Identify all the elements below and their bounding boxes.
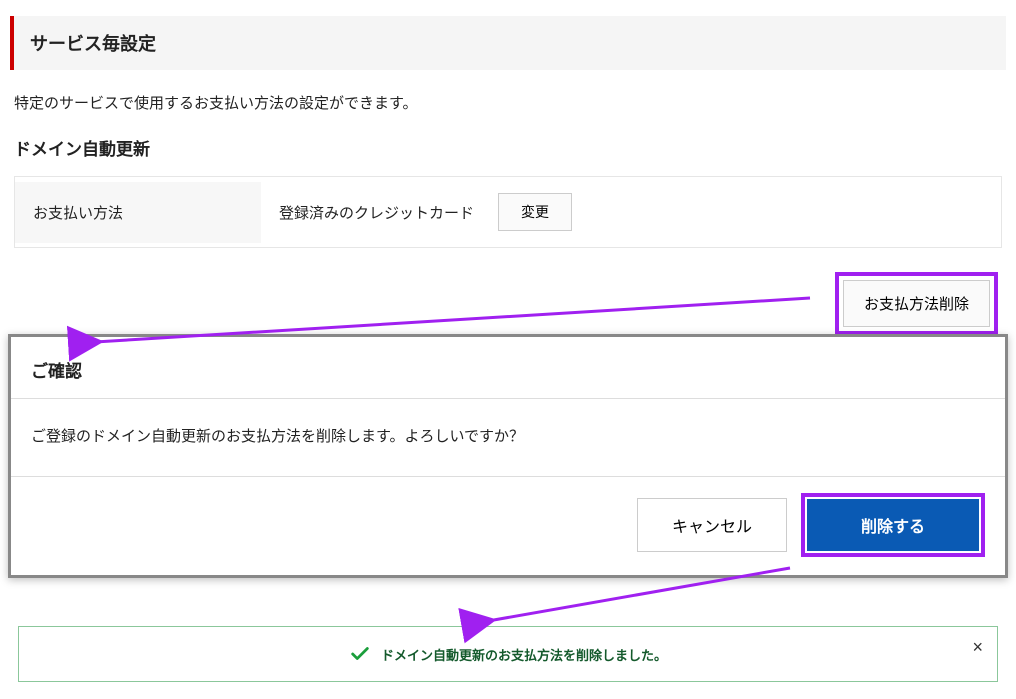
- payment-method-value-cell: 登録済みのクレジットカード 変更: [261, 177, 590, 247]
- delete-payment-method-button[interactable]: お支払方法削除: [843, 280, 990, 327]
- annotation-highlight-confirm: 削除する: [801, 493, 985, 557]
- check-icon: [349, 643, 371, 665]
- section-title: サービス毎設定: [10, 16, 1006, 70]
- confirm-dialog: ご確認 ご登録のドメイン自動更新のお支払方法を削除します。よろしいですか？ キャ…: [8, 334, 1008, 578]
- cancel-button[interactable]: キャンセル: [637, 498, 787, 552]
- payment-method-label: お支払い方法: [15, 182, 261, 243]
- payment-method-row: お支払い方法 登録済みのクレジットカード 変更: [14, 176, 1002, 248]
- success-toast: ドメイン自動更新のお支払方法を削除しました。 ×: [18, 626, 998, 682]
- confirm-delete-button[interactable]: 削除する: [807, 499, 979, 551]
- payment-method-value: 登録済みのクレジットカード: [279, 202, 474, 223]
- confirm-dialog-message: ご登録のドメイン自動更新のお支払方法を削除します。よろしいですか？: [11, 399, 1005, 477]
- delete-payment-method-area: お支払方法削除: [835, 272, 998, 335]
- change-button[interactable]: 変更: [498, 193, 572, 231]
- close-icon[interactable]: ×: [972, 637, 983, 658]
- section-description: 特定のサービスで使用するお支払い方法の設定ができます。: [14, 92, 1002, 113]
- confirm-dialog-title: ご確認: [11, 337, 1005, 399]
- section-title-text: サービス毎設定: [30, 34, 156, 54]
- success-toast-message: ドメイン自動更新のお支払方法を削除しました。: [381, 645, 667, 664]
- sub-heading-domain-auto-renew: ドメイン自動更新: [14, 135, 1002, 160]
- confirm-dialog-footer: キャンセル 削除する: [11, 477, 1005, 575]
- annotation-highlight-delete: お支払方法削除: [835, 272, 998, 335]
